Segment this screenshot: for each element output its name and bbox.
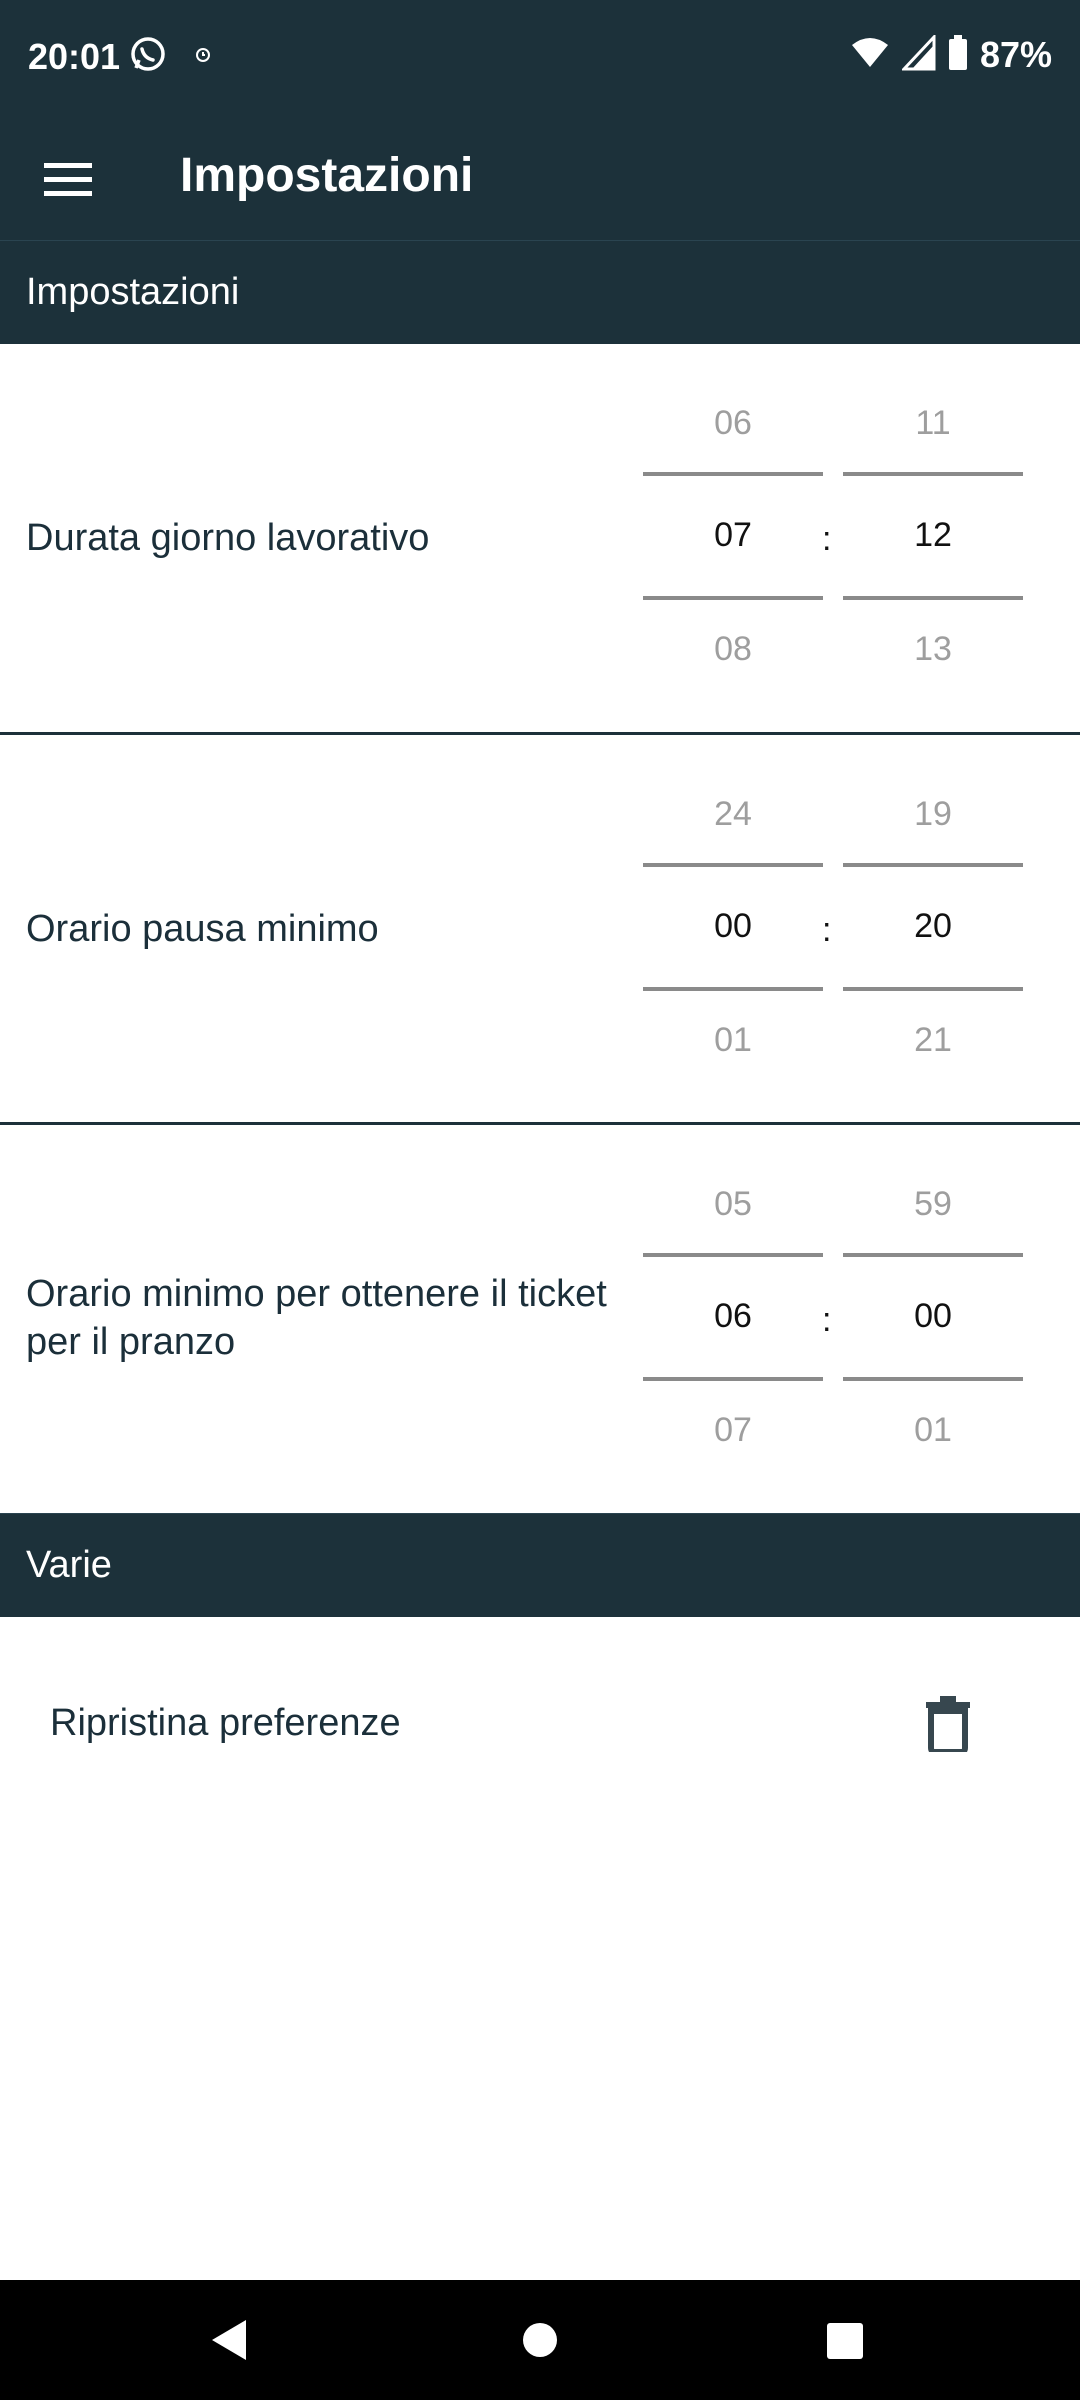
time-separator: :	[822, 911, 832, 949]
hour-picker[interactable]: 06 07 08	[643, 344, 823, 734]
picker-divider	[843, 1253, 1023, 1257]
picker-divider	[843, 472, 1023, 476]
picker-current-value[interactable]: 00	[843, 1297, 1023, 1336]
whatsapp-icon	[128, 34, 168, 79]
recents-icon[interactable]	[826, 2322, 864, 2365]
picker-divider	[643, 1377, 823, 1381]
hour-picker[interactable]: 05 06 07	[643, 1125, 823, 1513]
picker-divider	[843, 1377, 1023, 1381]
picker-prev-value[interactable]: 59	[843, 1185, 1023, 1224]
minute-picker[interactable]: 11 12 13	[843, 344, 1023, 734]
alarm-icon	[192, 43, 214, 70]
picker-prev-value[interactable]: 06	[643, 404, 823, 443]
time-separator: :	[822, 520, 832, 558]
picker-current-value[interactable]: 06	[643, 1297, 823, 1336]
trash-icon[interactable]	[926, 1696, 970, 1757]
picker-divider	[843, 863, 1023, 867]
picker-next-value[interactable]: 21	[843, 1021, 1023, 1060]
setting-label: Orario pausa minimo	[26, 908, 379, 950]
section-header-misc: Varie	[0, 1513, 1080, 1617]
status-bar: 20:01 87%	[0, 0, 1080, 118]
reset-preferences-label: Ripristina preferenze	[50, 1702, 401, 1744]
setting-row-work-duration: Durata giorno lavorativo 06 07 08 : 11 1…	[0, 344, 1080, 734]
minute-picker[interactable]: 19 20 21	[843, 735, 1023, 1125]
picker-divider	[643, 472, 823, 476]
system-nav-bar	[0, 2280, 1080, 2400]
picker-divider	[843, 596, 1023, 600]
setting-label: Orario minimo per ottenere il ticket per…	[26, 1273, 607, 1363]
battery-icon	[948, 34, 968, 76]
picker-divider	[843, 987, 1023, 991]
battery-percent: 87%	[979, 34, 1052, 75]
picker-divider	[643, 863, 823, 867]
app-bar: Impostazioni	[0, 118, 1080, 240]
picker-next-value[interactable]: 13	[843, 630, 1023, 669]
picker-current-value[interactable]: 00	[643, 907, 823, 946]
picker-next-value[interactable]: 08	[643, 630, 823, 669]
minute-picker[interactable]: 59 00 01	[843, 1125, 1023, 1513]
home-icon[interactable]	[522, 2322, 558, 2363]
picker-current-value[interactable]: 12	[843, 516, 1023, 555]
picker-divider	[643, 987, 823, 991]
reset-preferences-item[interactable]: Ripristina preferenze	[0, 1648, 1080, 1808]
setting-row-min-break: Orario pausa minimo 24 00 01 : 19 20 21	[0, 735, 1080, 1125]
hour-picker[interactable]: 24 00 01	[643, 735, 823, 1125]
time-separator: :	[822, 1301, 832, 1339]
back-icon[interactable]	[208, 2318, 248, 2367]
wifi-icon	[850, 35, 890, 76]
section-header-settings: Impostazioni	[0, 240, 1080, 344]
setting-label: Durata giorno lavorativo	[26, 517, 430, 559]
picker-prev-value[interactable]: 24	[643, 795, 823, 834]
picker-current-value[interactable]: 20	[843, 907, 1023, 946]
hamburger-menu-icon[interactable]	[44, 150, 102, 208]
picker-next-value[interactable]: 01	[643, 1021, 823, 1060]
picker-prev-value[interactable]: 19	[843, 795, 1023, 834]
picker-prev-value[interactable]: 11	[843, 404, 1023, 443]
status-time: 20:01	[28, 36, 121, 77]
picker-next-value[interactable]: 07	[643, 1411, 823, 1450]
signal-icon	[900, 32, 936, 76]
setting-row-lunch-ticket: Orario minimo per ottenere il ticket per…	[0, 1125, 1080, 1513]
picker-prev-value[interactable]: 05	[643, 1185, 823, 1224]
picker-current-value[interactable]: 07	[643, 516, 823, 555]
picker-next-value[interactable]: 01	[843, 1411, 1023, 1450]
picker-divider	[643, 596, 823, 600]
page-title: Impostazioni	[180, 149, 474, 202]
picker-divider	[643, 1253, 823, 1257]
